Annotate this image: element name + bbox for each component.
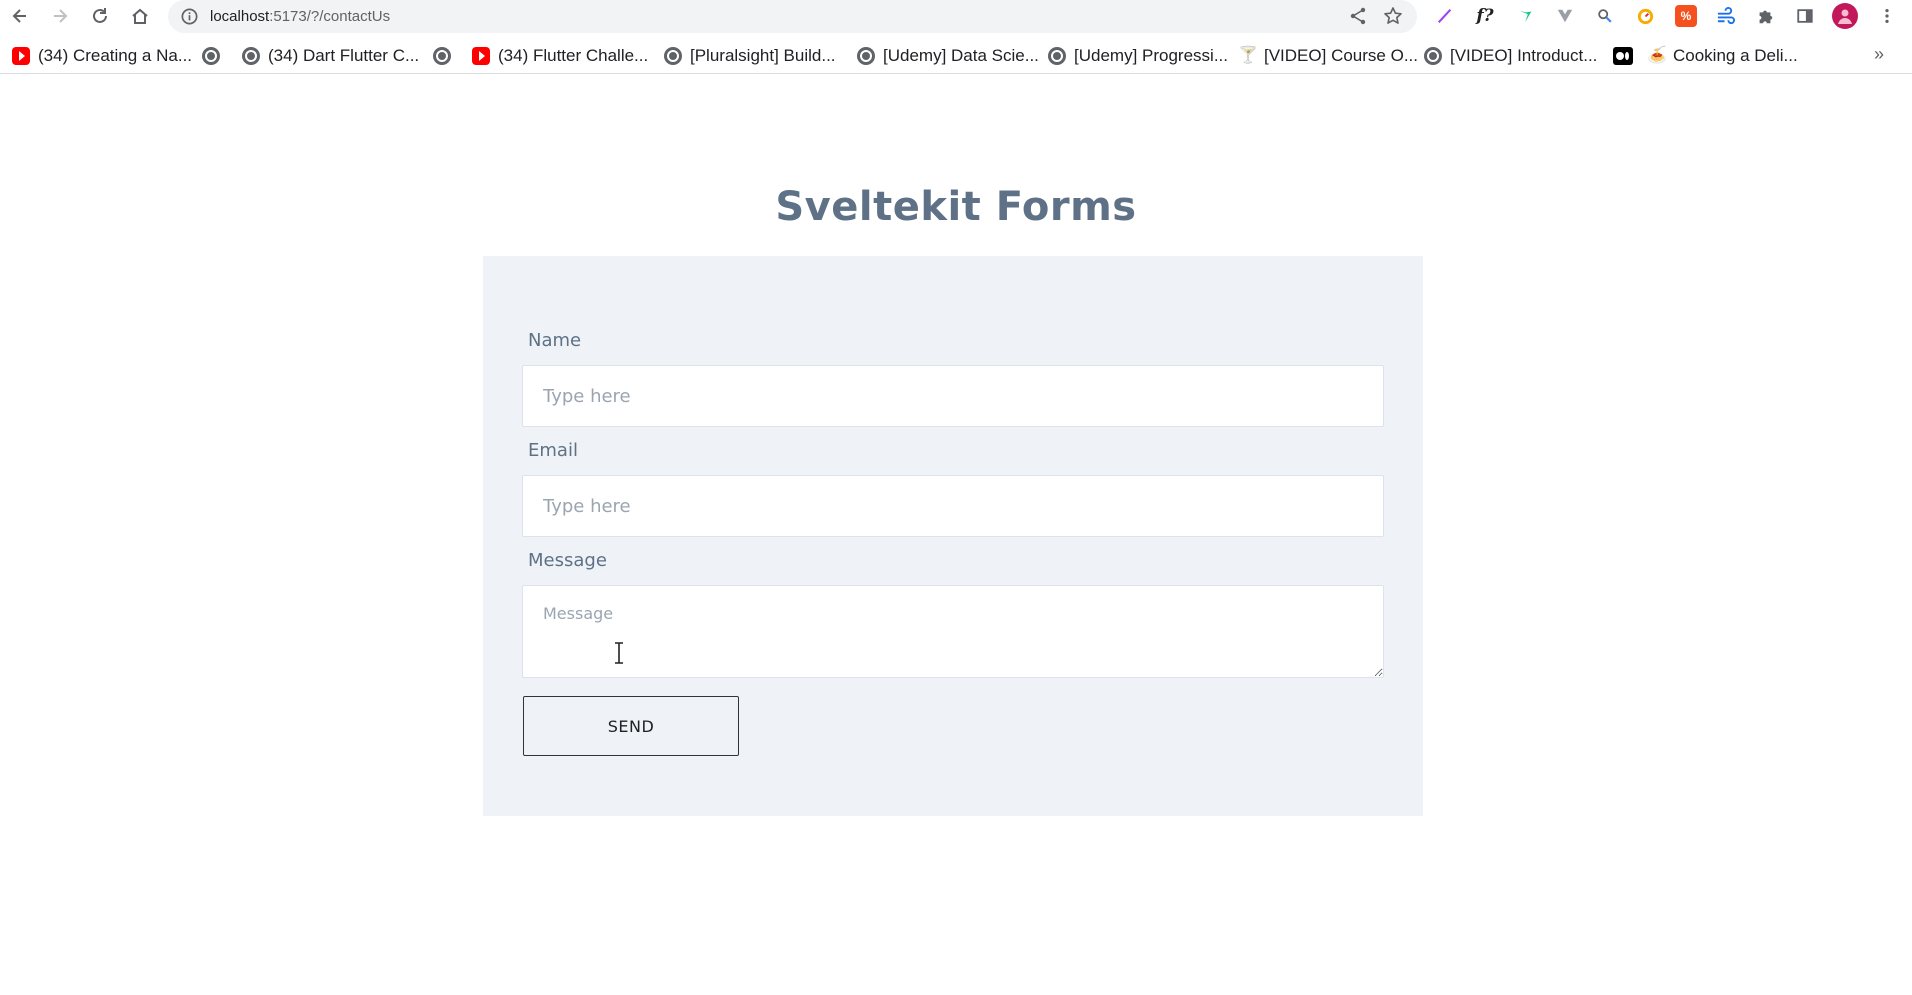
search-extension-icon[interactable] — [1594, 5, 1616, 27]
bookmark-label: (34) Flutter Challe... — [498, 46, 649, 65]
home-icon — [132, 8, 148, 24]
bookmark-item[interactable] — [202, 44, 220, 68]
formula-extension-icon[interactable]: f? — [1474, 5, 1496, 27]
bookmark-label: [Pluralsight] Build... — [690, 46, 836, 65]
reload-button[interactable] — [86, 2, 114, 30]
bookmark-label: [VIDEO] Introduct... — [1450, 46, 1598, 65]
address-bar[interactable]: localhost:5173/?/contactUs — [168, 0, 1417, 33]
vue-extension-icon[interactable] — [1554, 5, 1576, 27]
cocktail-icon: 🍸 — [1238, 47, 1258, 64]
email-input[interactable] — [522, 475, 1384, 537]
bookmark-label: (34) Dart Flutter C... — [268, 46, 420, 65]
arrow-right-icon — [54, 9, 68, 23]
globe-icon — [202, 47, 220, 65]
send-button[interactable]: SEND — [523, 696, 739, 756]
bookmark-label: (34) Creating a Na... — [38, 46, 193, 65]
bookmark-item[interactable]: [Pluralsight] Build... — [664, 44, 836, 68]
food-icon: 🍝 — [1647, 47, 1667, 64]
youtube-icon — [472, 47, 490, 65]
puzzle-extensions-icon[interactable] — [1754, 5, 1776, 27]
browser-toolbar: localhost:5173/?/contactUs f? % — [0, 0, 1912, 33]
more-bookmarks-button[interactable]: » — [1874, 44, 1884, 65]
page-title: Sveltekit Forms — [775, 184, 1137, 230]
bookmark-item[interactable]: [VIDEO] Introduct... — [1424, 44, 1597, 68]
gauge-extension-icon[interactable] — [1634, 5, 1656, 27]
share-icon[interactable] — [1348, 6, 1368, 26]
medium-icon — [1613, 47, 1633, 65]
bookmark-item[interactable]: 🍝 Cooking a Deli... — [1647, 44, 1798, 68]
contact-form: Name Email Message SEND — [483, 256, 1423, 816]
bookmark-item[interactable]: [Udemy] Data Scie... — [857, 44, 1039, 68]
globe-icon — [1424, 47, 1442, 65]
url-host: localhost — [210, 8, 270, 25]
side-panel-icon[interactable] — [1794, 5, 1816, 27]
youtube-icon — [12, 47, 30, 65]
globe-icon — [664, 47, 682, 65]
globe-icon — [857, 47, 875, 65]
bookmarks-bar: (34) Creating a Na... (34) Dart Flutter … — [0, 40, 1912, 74]
forward-button[interactable] — [46, 2, 74, 30]
globe-icon — [242, 47, 260, 65]
back-button[interactable] — [6, 2, 34, 30]
arrow-left-icon — [12, 9, 26, 23]
bookmark-item[interactable] — [1613, 44, 1633, 68]
url-path: :5173/?/contactUs — [269, 8, 391, 25]
kebab-menu-icon[interactable] — [1876, 5, 1898, 27]
globe-icon — [433, 47, 451, 65]
message-label: Message — [528, 550, 607, 571]
wind-extension-icon[interactable] — [1714, 5, 1736, 27]
person-icon — [1838, 9, 1852, 24]
name-label: Name — [528, 330, 582, 351]
text-cursor-icon — [615, 642, 623, 664]
translate-extension-icon[interactable]: % — [1675, 5, 1697, 27]
email-label: Email — [528, 440, 578, 461]
bookmark-item[interactable]: (34) Flutter Challe... — [472, 44, 648, 68]
hummingbird-extension-icon[interactable] — [1515, 5, 1537, 27]
name-input[interactable] — [522, 365, 1384, 427]
bookmark-label: [VIDEO] Course O... — [1264, 46, 1418, 65]
bookmark-item[interactable]: (34) Dart Flutter C... — [242, 44, 419, 68]
bookmark-item[interactable]: 🍸 [VIDEO] Course O... — [1238, 44, 1418, 68]
url-text[interactable]: localhost:5173/?/contactUs — [210, 0, 390, 33]
home-button[interactable] — [126, 2, 154, 30]
bookmark-item[interactable]: (34) Creating a Na... — [12, 44, 192, 68]
pen-extension-icon[interactable] — [1434, 5, 1456, 27]
bookmark-item[interactable] — [433, 44, 451, 68]
bookmark-item[interactable]: [Udemy] Progressi... — [1048, 44, 1228, 68]
globe-icon — [1048, 47, 1066, 65]
bookmark-star-icon[interactable] — [1383, 6, 1403, 26]
message-textarea[interactable] — [522, 585, 1384, 678]
bookmark-label: [Udemy] Progressi... — [1074, 46, 1228, 65]
reload-icon — [93, 8, 107, 23]
profile-avatar[interactable] — [1832, 3, 1858, 29]
bookmark-label: Cooking a Deli... — [1673, 46, 1798, 65]
info-icon[interactable] — [180, 7, 199, 26]
bookmark-label: [Udemy] Data Scie... — [883, 46, 1039, 65]
